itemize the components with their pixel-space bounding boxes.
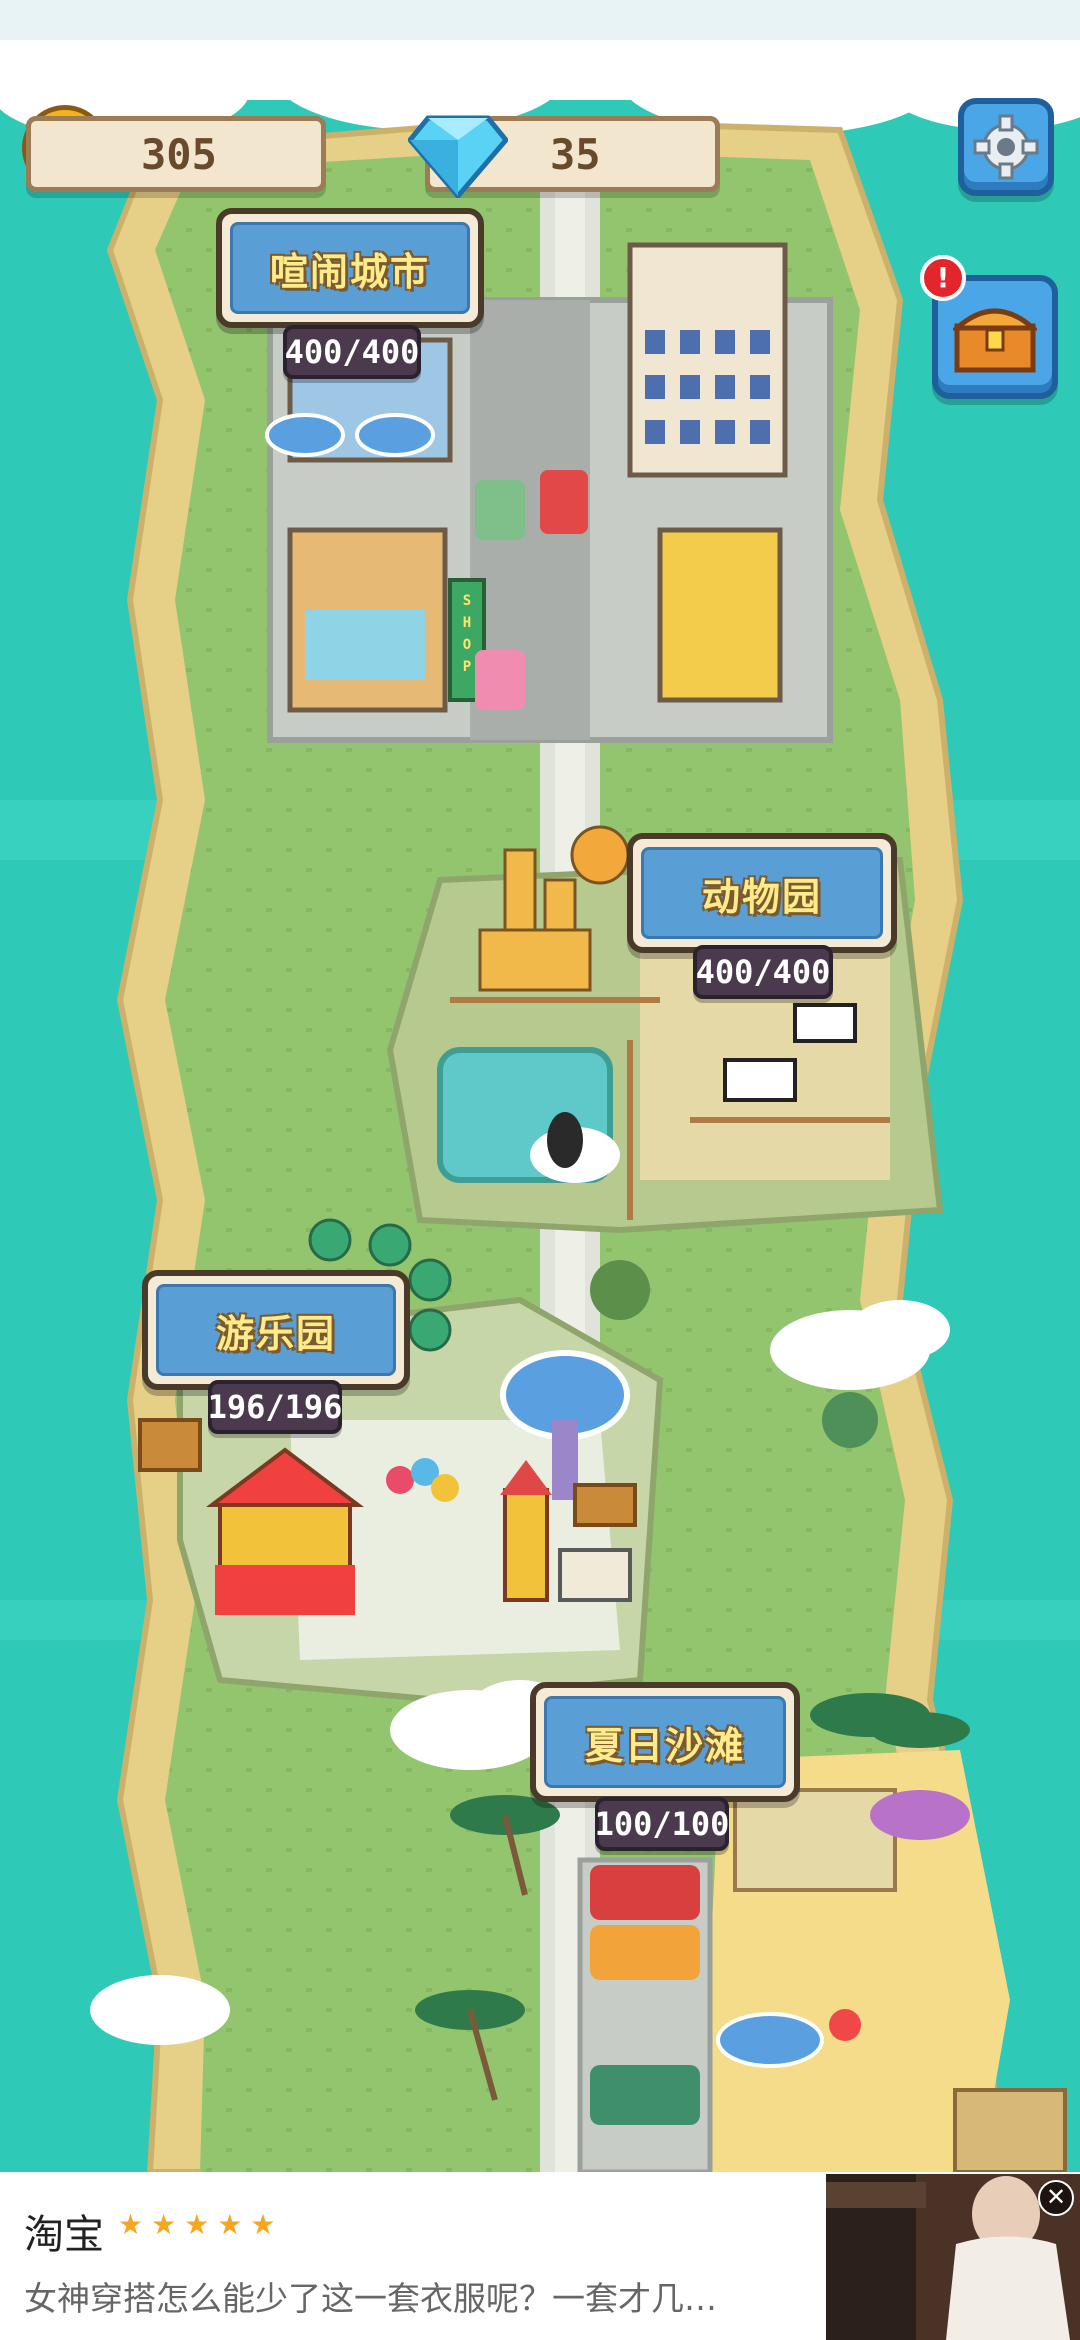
- gear-icon: [973, 114, 1039, 180]
- island-map[interactable]: SHOP 305 35 ! 喧闹城市 400/400 动物园 400/400 游…: [0, 0, 1080, 2172]
- area-label-city[interactable]: 喧闹城市: [216, 208, 484, 328]
- diamond-icon: [408, 115, 508, 198]
- capacity-badge-amusement-park: 196/196: [208, 1380, 342, 1434]
- capacity-badge-zoo: 400/400: [693, 945, 833, 999]
- ad-rating-stars: ★★★★★: [118, 2208, 284, 2241]
- capacity-badge-beach: 100/100: [595, 1797, 729, 1851]
- area-label-beach[interactable]: 夏日沙滩: [530, 1682, 800, 1802]
- capacity-badge-city: 400/400: [283, 325, 421, 379]
- notification-badge: !: [920, 255, 966, 301]
- coin-counter: 305: [26, 116, 326, 192]
- ad-description: 女神穿搭怎么能少了这一套衣服呢？一套才几…: [24, 2279, 717, 2318]
- ad-close-button[interactable]: ✕: [1038, 2180, 1074, 2216]
- area-label-amusement-park[interactable]: 游乐园: [142, 1270, 410, 1390]
- area-name-zoo: 动物园: [641, 847, 883, 939]
- coin-count: 305: [141, 129, 217, 179]
- area-name-city: 喧闹城市: [230, 222, 470, 314]
- settings-button[interactable]: [958, 98, 1054, 196]
- map-illustration: SHOP: [0, 0, 1080, 2172]
- treasure-chest-icon: [953, 308, 1037, 373]
- area-name-amusement-park: 游乐园: [156, 1284, 396, 1376]
- area-label-zoo[interactable]: 动物园: [627, 833, 897, 953]
- area-name-beach: 夏日沙滩: [544, 1696, 786, 1788]
- ad-title: 淘宝: [24, 2212, 104, 2258]
